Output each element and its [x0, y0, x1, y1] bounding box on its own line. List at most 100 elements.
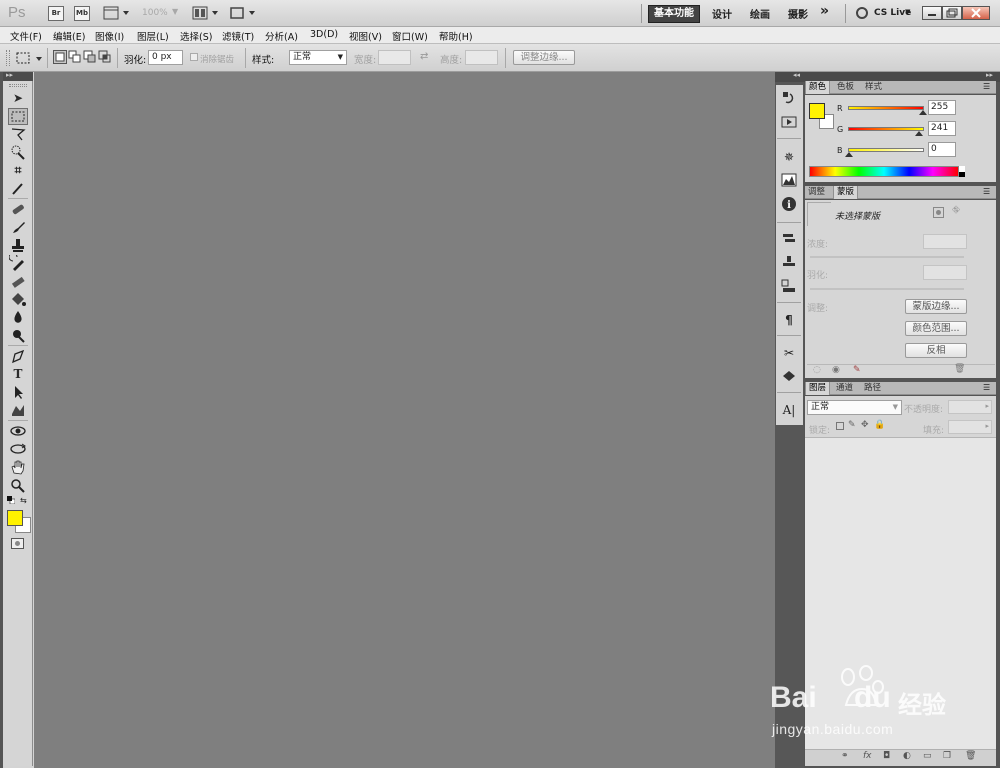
tab-color[interactable]: 颜色 — [805, 81, 831, 94]
character-panel-icon[interactable]: A| — [779, 401, 799, 419]
options-grip[interactable] — [6, 50, 10, 66]
clone-stamp-tool-icon[interactable] — [8, 237, 28, 254]
swap-dimensions-icon[interactable]: ⇄ — [420, 51, 428, 62]
blur-tool-icon[interactable] — [8, 309, 28, 326]
mask-feather-input[interactable] — [923, 265, 967, 280]
new-group-icon[interactable]: ▭ — [923, 751, 932, 761]
workspace-painting-button[interactable]: 绘画 — [750, 6, 770, 21]
hand-tool-icon[interactable] — [8, 459, 28, 476]
adjustment-layer-icon[interactable]: ◐ — [903, 751, 911, 761]
brushes-panel-icon[interactable] — [779, 230, 799, 248]
panel-menu-icon[interactable]: ☰ — [983, 383, 990, 392]
zoom-tool-icon[interactable] — [8, 477, 28, 494]
workspace-design-button[interactable]: 设计 — [712, 6, 732, 21]
dock-collapse-bar[interactable]: ◂◂ — [775, 71, 804, 82]
zoom-dropdown-icon[interactable]: ▼ — [172, 7, 178, 16]
lock-transparent-icon[interactable] — [836, 422, 844, 430]
3d-orbit-tool-icon[interactable] — [8, 441, 28, 458]
info-panel-icon[interactable]: i — [779, 196, 799, 214]
feather-input[interactable]: 0 px — [148, 50, 183, 65]
channel-r-slider[interactable] — [848, 106, 927, 115]
restore-button[interactable] — [942, 6, 962, 20]
refine-edge-button[interactable]: 调整边缘... — [513, 50, 575, 65]
paint-bucket-tool-icon[interactable] — [8, 291, 28, 308]
tool-presets-panel-icon[interactable] — [779, 278, 799, 296]
intersect-selection-icon[interactable] — [98, 50, 112, 64]
channel-r-slider-thumb[interactable] — [919, 110, 927, 115]
menu-edit[interactable]: 编辑(E) — [53, 29, 85, 43]
brush-tool-icon[interactable] — [8, 219, 28, 236]
tab-adjustments[interactable]: 调整 — [805, 186, 828, 199]
quick-mask-icon[interactable] — [11, 538, 24, 549]
marquee-tool-icon[interactable] — [8, 108, 28, 125]
paragraph-panel-icon[interactable]: ¶ — [779, 311, 799, 329]
subtract-from-selection-icon[interactable] — [83, 50, 97, 64]
new-selection-icon[interactable] — [53, 50, 67, 64]
menu-analysis[interactable]: 分析(A) — [265, 29, 298, 43]
channel-g-input[interactable]: 241 — [928, 121, 956, 136]
density-slider[interactable] — [810, 256, 964, 258]
vector-mask-icon[interactable]: ⛗ — [952, 205, 960, 216]
menu-window[interactable]: 窗口(W) — [392, 29, 428, 43]
layer-comps-panel-icon[interactable] — [779, 368, 799, 386]
channel-g-slider-thumb[interactable] — [915, 131, 923, 136]
blend-mode-select[interactable]: 正常 ▼ — [807, 400, 902, 415]
3d-panel-icon[interactable]: ✂ — [779, 344, 799, 362]
menu-help[interactable]: 帮助(H) — [439, 29, 473, 43]
lasso-tool-icon[interactable] — [8, 126, 28, 143]
channel-b-slider-thumb[interactable] — [845, 152, 853, 157]
new-layer-icon[interactable]: ❐ — [943, 751, 951, 761]
tab-paths[interactable]: 路径 — [861, 382, 884, 395]
lock-all-icon[interactable]: 🔒 — [874, 420, 885, 430]
tool-preset-picker[interactable] — [15, 50, 45, 66]
workspace-essentials-button[interactable]: 基本功能 — [648, 5, 700, 23]
history-panel-icon[interactable] — [779, 90, 799, 108]
tab-layers[interactable]: 图层 — [805, 382, 831, 395]
path-selection-tool-icon[interactable] — [8, 384, 28, 401]
opacity-input[interactable]: ▸ — [948, 400, 992, 414]
zoom-level[interactable]: 100% — [142, 8, 168, 18]
menu-view[interactable]: 视图(V) — [349, 29, 382, 43]
minimize-button[interactable] — [922, 6, 942, 20]
tools-panel-collapse-bar[interactable]: ▸▸ — [3, 71, 33, 81]
eyedropper-tool-icon[interactable] — [8, 180, 28, 197]
bridge-button[interactable]: Br — [48, 6, 64, 21]
crop-tool-icon[interactable]: ⌗ — [8, 162, 28, 179]
tab-channels[interactable]: 通道 — [833, 382, 856, 395]
tab-masks[interactable]: 蒙版 — [833, 186, 859, 199]
fill-input[interactable]: ▸ — [948, 420, 992, 434]
pen-tool-icon[interactable] — [8, 348, 28, 365]
type-tool-icon[interactable]: T — [8, 366, 28, 383]
width-input[interactable] — [378, 50, 411, 65]
tools-grip[interactable] — [9, 84, 27, 87]
apply-mask-icon[interactable]: ◉ — [832, 365, 840, 375]
menu-filter[interactable]: 滤镜(T) — [222, 29, 254, 43]
default-colors-icon[interactable] — [7, 496, 16, 505]
color-spectrum-ramp[interactable] — [809, 166, 959, 177]
quick-selection-tool-icon[interactable] — [8, 144, 28, 161]
link-layers-icon[interactable]: ⚭ — [841, 751, 849, 761]
invert-button[interactable]: 反相 — [905, 343, 967, 358]
mini-bridge-button[interactable]: Mb — [74, 6, 90, 21]
canvas-workspace[interactable] — [34, 72, 775, 768]
tab-swatches[interactable]: 色板 — [834, 81, 857, 94]
swap-colors-icon[interactable]: ⇆ — [20, 496, 29, 505]
lock-pixels-icon[interactable]: ✎ — [848, 420, 856, 430]
close-button[interactable] — [962, 6, 990, 20]
menu-file[interactable]: 文件(F) — [10, 29, 42, 43]
color-range-button[interactable]: 颜色范围... — [905, 321, 967, 336]
screen-mode-dropdown[interactable] — [229, 6, 257, 20]
menu-3d[interactable]: 3D(D) — [310, 29, 338, 40]
dodge-tool-icon[interactable] — [8, 327, 28, 344]
add-mask-icon[interactable]: ◘ — [883, 751, 890, 761]
channel-b-slider[interactable] — [845, 148, 924, 157]
delete-mask-icon[interactable]: 🗑 — [954, 364, 965, 374]
move-tool-icon[interactable]: ➤ — [8, 90, 28, 107]
more-workspaces-button[interactable]: » — [820, 3, 829, 19]
cs-live-dropdown-icon[interactable]: ▼ — [905, 8, 910, 16]
actions-panel-icon[interactable] — [779, 114, 799, 132]
panel-menu-icon[interactable]: ☰ — [983, 187, 990, 196]
arrange-documents-dropdown[interactable] — [192, 6, 220, 20]
foreground-color-swatch[interactable] — [7, 510, 23, 526]
channel-g-slider[interactable] — [848, 127, 924, 136]
